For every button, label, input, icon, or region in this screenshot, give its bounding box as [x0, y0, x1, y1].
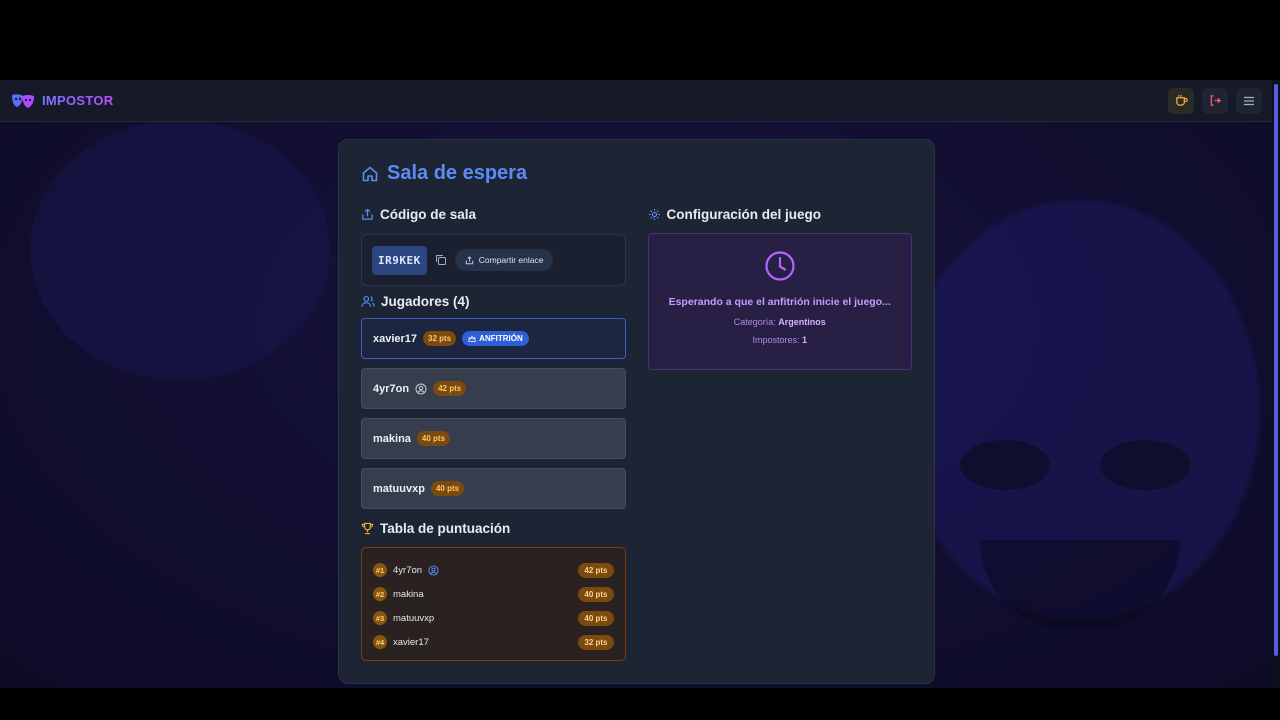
- players-title: Jugadores (4): [361, 294, 626, 309]
- lobby-card: Sala de espera Código de sala IR9KEK Com…: [338, 139, 935, 684]
- player-item: matuuvxp 40 pts: [361, 468, 626, 509]
- background-swirl-decoration: [30, 120, 330, 380]
- scoreboard-points: 40 pts: [578, 610, 614, 626]
- rank-badge: #2: [373, 587, 387, 601]
- app-logo[interactable]: IMPOSTOR: [10, 93, 114, 109]
- app-name: IMPOSTOR: [42, 93, 114, 108]
- share-icon: [465, 255, 473, 264]
- rank-badge: #4: [373, 635, 387, 649]
- logout-icon: [1210, 95, 1221, 106]
- category-label: Categoría:: [733, 317, 776, 327]
- app-viewport: IMPOSTOR Sala de espera Código de sala I…: [0, 80, 1280, 688]
- impostors-label: Impostores:: [752, 335, 800, 345]
- crown-icon: [468, 334, 476, 342]
- page-title: Sala de espera: [361, 162, 912, 185]
- player-points-badge: 32 pts: [423, 331, 457, 346]
- player-name: xavier17: [373, 332, 418, 345]
- background-eye-decoration: [960, 440, 1050, 490]
- coffee-button[interactable]: [1168, 87, 1194, 114]
- room-code-title: Código de sala: [361, 207, 626, 222]
- coffee-icon: [1175, 94, 1188, 106]
- players-title-text: Jugadores (4): [381, 294, 470, 309]
- share-link-label: Compartir enlace: [478, 255, 544, 265]
- menu-button[interactable]: [1236, 87, 1262, 114]
- menu-icon: [1244, 96, 1254, 105]
- impostors-value: 1: [802, 335, 808, 345]
- scoreboard-name: 4yr7on: [393, 564, 423, 576]
- user-circle-icon: [428, 564, 439, 576]
- home-icon: [362, 166, 378, 181]
- scoreboard: #1 4yr7on 42 pts #2 makina 40 pts #3 mat…: [361, 547, 626, 661]
- player-item: makina 40 pts: [361, 418, 626, 459]
- scoreboard-points: 32 pts: [578, 634, 614, 650]
- room-code-title-text: Código de sala: [380, 207, 477, 222]
- waiting-panel: Esperando a que el anfitrión inicie el j…: [647, 233, 912, 370]
- category-info: Categoría: Argentinos: [734, 317, 826, 327]
- scoreboard-row: #2 makina 40 pts: [373, 582, 614, 606]
- scoreboard-row: #1 4yr7on 42 pts: [373, 558, 614, 582]
- room-code[interactable]: IR9KEK: [372, 245, 427, 275]
- user-circle-icon: [415, 383, 427, 394]
- scoreboard-title-text: Tabla de puntuación: [380, 521, 511, 536]
- scoreboard-points: 40 pts: [578, 586, 614, 602]
- logout-button[interactable]: [1202, 87, 1228, 114]
- scoreboard-row: #3 matuuvxp 40 pts: [373, 606, 614, 630]
- copy-icon: [435, 255, 446, 265]
- trophy-icon: [361, 522, 374, 535]
- player-points-badge: 40 pts: [416, 431, 451, 446]
- player-name: 4yr7on: [373, 382, 410, 395]
- player-name: makina: [373, 432, 411, 445]
- player-item: 4yr7on 42 pts: [361, 368, 626, 409]
- host-badge-label: ANFITRIÓN: [479, 334, 523, 343]
- background-eye-decoration: [1100, 440, 1190, 490]
- masks-logo-icon: [10, 93, 36, 109]
- room-code-box: IR9KEK Compartir enlace: [361, 234, 626, 286]
- waiting-message: Esperando a que el anfitrión inicie el j…: [668, 296, 891, 308]
- scrollbar-thumb[interactable]: [1274, 84, 1278, 656]
- copy-button[interactable]: [435, 254, 447, 266]
- host-badge: ANFITRIÓN: [462, 331, 529, 346]
- player-points-badge: 42 pts: [433, 381, 467, 396]
- clock-icon: [765, 251, 795, 281]
- player-points-badge: 40 pts: [430, 481, 465, 496]
- rank-badge: #1: [373, 563, 387, 577]
- top-navbar: IMPOSTOR: [0, 80, 1272, 122]
- users-icon: [361, 296, 375, 307]
- scoreboard-row: #4 xavier17 32 pts: [373, 630, 614, 654]
- share-icon: [362, 208, 373, 220]
- scrollbar[interactable]: [1272, 80, 1280, 688]
- impostors-info: Impostores: 1: [752, 335, 807, 345]
- scoreboard-name: makina: [393, 588, 424, 600]
- player-name: matuuvxp: [373, 482, 425, 495]
- scoreboard-points: 42 pts: [578, 562, 614, 578]
- config-title-text: Configuración del juego: [666, 207, 822, 222]
- rank-badge: #3: [373, 611, 387, 625]
- scoreboard-name: xavier17: [393, 636, 429, 648]
- scoreboard-title: Tabla de puntuación: [361, 521, 626, 536]
- page-title-text: Sala de espera: [387, 162, 528, 184]
- scoreboard-name: matuuvxp: [393, 612, 435, 624]
- share-link-button[interactable]: Compartir enlace: [454, 249, 554, 271]
- background-mouth-decoration: [980, 540, 1180, 630]
- player-item: xavier17 32 pts ANFITRIÓN: [361, 318, 626, 359]
- gear-icon: [648, 208, 660, 221]
- category-value: Argentinos: [778, 317, 826, 327]
- config-title: Configuración del juego: [648, 207, 913, 222]
